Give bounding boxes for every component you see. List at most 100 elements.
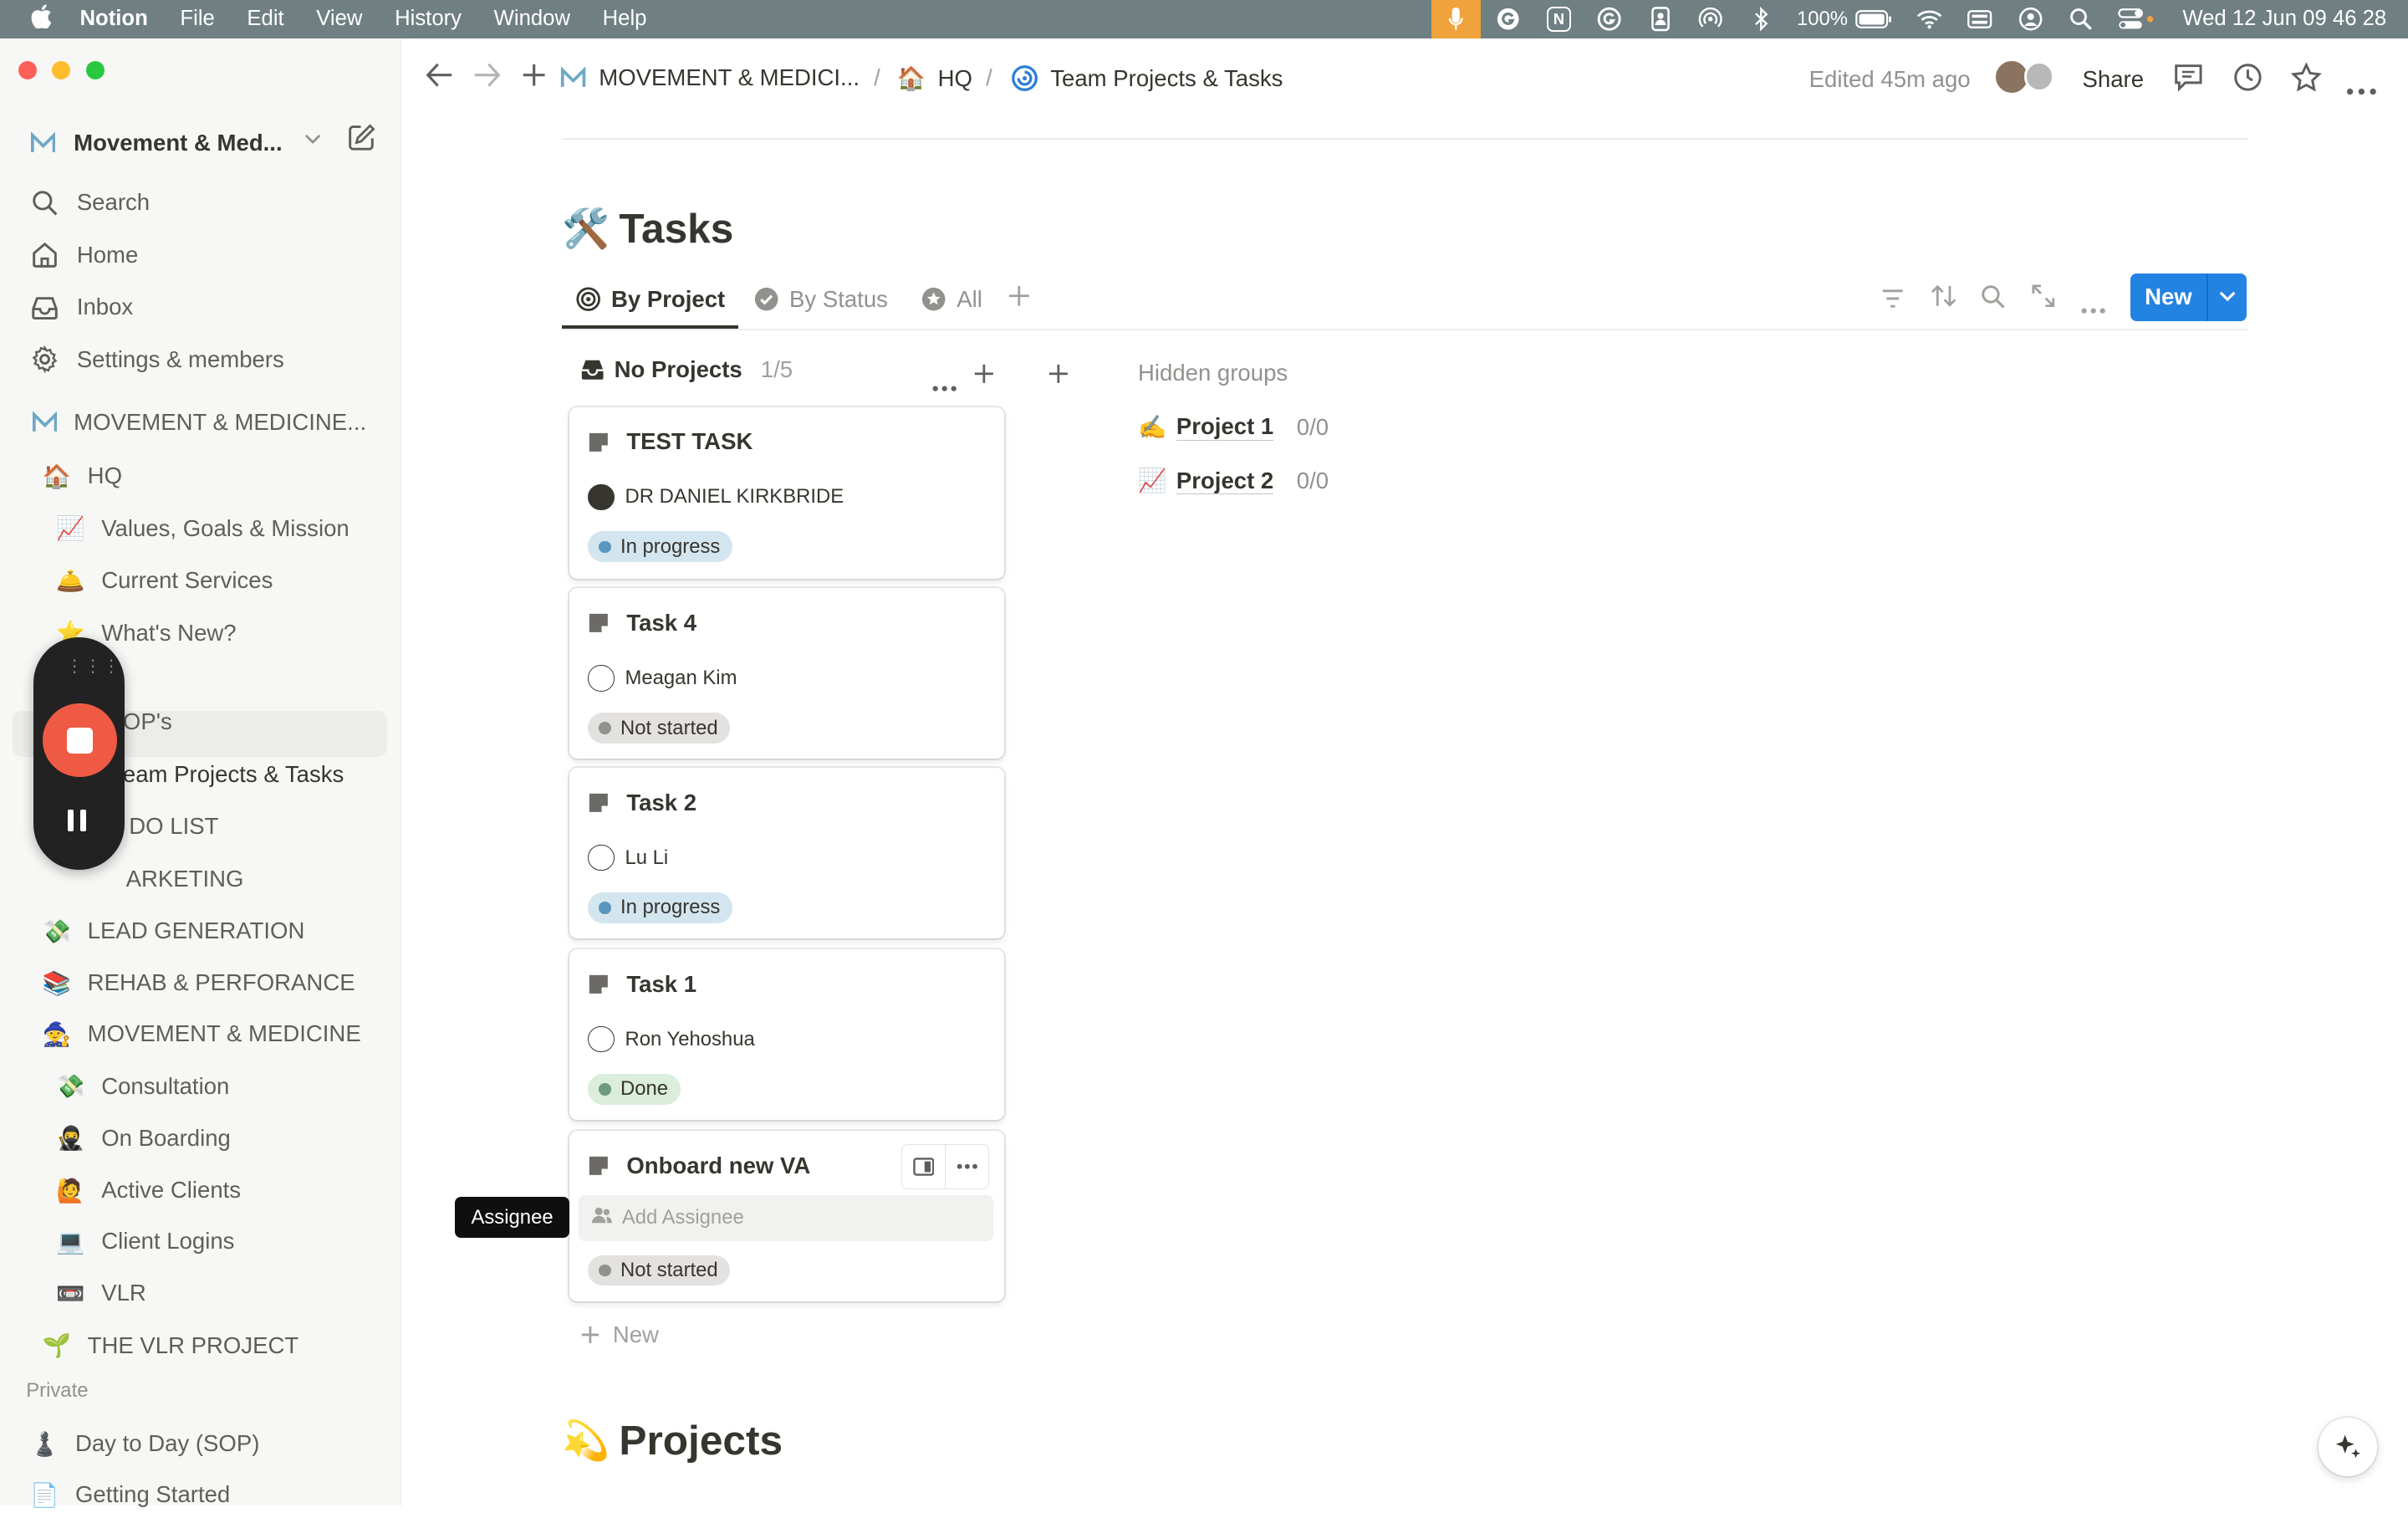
- sidebar-inbox[interactable]: Inbox: [28, 286, 389, 329]
- group-add-icon[interactable]: [973, 361, 995, 391]
- sidebar-item-movement-medicine[interactable]: 🧙 MOVEMENT & MEDICINE: [40, 1011, 361, 1057]
- menu-history[interactable]: History: [395, 7, 462, 31]
- menu-file[interactable]: File: [180, 7, 214, 31]
- drag-handle-icon[interactable]: ⋮⋮⋮: [66, 656, 121, 677]
- assignee-tooltip: Assignee: [454, 1196, 570, 1239]
- card-more-icon[interactable]: [946, 1145, 988, 1188]
- more-options-icon[interactable]: [2346, 72, 2377, 102]
- sidebar-item-team-projects[interactable]: eam Projects & Tasks: [123, 751, 344, 797]
- add-new-card-button[interactable]: New: [580, 1321, 659, 1348]
- sidebar-item-sops[interactable]: OP's: [123, 699, 172, 745]
- back-arrow-icon[interactable]: [426, 63, 453, 94]
- board-card[interactable]: TEST TASK DR DANIEL KIRKBRIDE In progres…: [569, 406, 1005, 580]
- breadcrumb-label: HQ: [937, 64, 972, 91]
- sidebar-teamspace[interactable]: MOVEMENT & MEDICINE...: [28, 401, 389, 443]
- notion-ai-button[interactable]: [2319, 1418, 2378, 1477]
- menu-app-notion[interactable]: Notion: [79, 7, 147, 31]
- breadcrumb-team-projects[interactable]: Team Projects & Tasks: [1011, 64, 1283, 92]
- airdrop-icon[interactable]: [1696, 7, 1727, 31]
- projects-heading[interactable]: 💫 Projects: [562, 1416, 783, 1464]
- divider: [562, 329, 2248, 330]
- add-group-icon[interactable]: [1048, 361, 1069, 391]
- spotlight-search-icon[interactable]: [2066, 7, 2097, 31]
- sidebar-item-vlr-project[interactable]: 🌱 THE VLR PROJECT: [40, 1322, 298, 1368]
- group-more-icon[interactable]: [932, 369, 957, 399]
- sidebar-item-hq[interactable]: 🏠 HQ: [40, 453, 122, 499]
- stop-recording-button[interactable]: [43, 703, 117, 778]
- sidebar-item-lead-generation[interactable]: 💸 LEAD GENERATION: [40, 907, 305, 953]
- hidden-group-project-2[interactable]: 📈 Project 2 0/0: [1138, 467, 1329, 494]
- contact-card-icon[interactable]: [1645, 7, 1676, 32]
- breadcrumb-workspace[interactable]: MOVEMENT & MEDICI...: [560, 64, 860, 91]
- workspace-switcher[interactable]: Movement & Med...: [28, 123, 380, 163]
- plus-icon[interactable]: [522, 63, 546, 94]
- sidebar-item-to-do-list[interactable]: DO LIST: [129, 804, 218, 850]
- menu-view[interactable]: View: [316, 7, 362, 31]
- grammarly-g-icon[interactable]: [1594, 7, 1625, 31]
- sidebar-item-values[interactable]: 📈 Values, Goals & Mission: [54, 505, 349, 551]
- board-card[interactable]: Task 1 Ron Yehoshua Done: [569, 949, 1005, 1120]
- sidebar-item-rehab[interactable]: 📚 REHAB & PERFORANCE: [40, 960, 355, 1006]
- page-title[interactable]: 🛠️ Tasks: [562, 204, 733, 253]
- menu-bar-clock[interactable]: Wed 12 Jun 09 46 28: [2182, 7, 2386, 31]
- notion-icon[interactable]: N: [1543, 7, 1574, 32]
- breadcrumb-hq[interactable]: 🏠 HQ: [897, 64, 972, 92]
- add-view-icon[interactable]: [1008, 284, 1031, 314]
- tab-by-status[interactable]: By Status: [754, 281, 888, 318]
- comment-icon[interactable]: [2173, 63, 2204, 99]
- window-close-button[interactable]: [18, 61, 38, 80]
- microphone-icon[interactable]: [1431, 0, 1481, 38]
- sidebar-settings[interactable]: Settings & members: [28, 338, 389, 381]
- chevron-down-icon[interactable]: [304, 127, 321, 149]
- share-button[interactable]: Share: [2083, 66, 2145, 93]
- edited-timestamp[interactable]: Edited 45m ago: [1809, 66, 1971, 93]
- add-assignee-field[interactable]: Add Assignee: [579, 1194, 994, 1242]
- sidebar-item-on-boarding[interactable]: 🥷 On Boarding: [54, 1115, 231, 1161]
- tab-all[interactable]: All: [921, 281, 982, 318]
- battery-icon[interactable]: [1854, 7, 1894, 31]
- sidebar-item-day-to-day[interactable]: ♟️ Day to Day (SOP): [28, 1421, 259, 1467]
- clock-history-icon[interactable]: [2233, 63, 2263, 99]
- star-favorite-icon[interactable]: [2291, 62, 2323, 99]
- new-record-button[interactable]: New: [2130, 273, 2247, 321]
- window-zoom-button[interactable]: [85, 61, 105, 80]
- new-page-icon[interactable]: [347, 123, 376, 159]
- hidden-group-project-1[interactable]: ✍️ Project 1 0/0: [1138, 413, 1329, 441]
- wifi-icon[interactable]: [1914, 7, 1945, 31]
- sidebar-item-vlr[interactable]: 📼 VLR: [54, 1270, 145, 1316]
- board-group-header[interactable]: No Projects 1/5: [580, 356, 793, 383]
- keyboard-icon[interactable]: [1965, 7, 1996, 31]
- sidebar-item-label: Day to Day (SOP): [74, 1430, 260, 1457]
- menu-help[interactable]: Help: [603, 7, 647, 31]
- open-side-peek-icon[interactable]: [902, 1145, 946, 1188]
- filter-icon[interactable]: [1881, 287, 1905, 314]
- search-icon[interactable]: [1981, 284, 2005, 314]
- avatar-user-2[interactable]: [2023, 61, 2055, 93]
- sidebar-item-client-logins[interactable]: 💻 Client Logins: [54, 1218, 234, 1264]
- expand-icon[interactable]: [2032, 284, 2055, 314]
- apple-icon[interactable]: [31, 4, 62, 34]
- pause-recording-button[interactable]: [67, 809, 86, 831]
- view-more-icon[interactable]: [2081, 294, 2105, 320]
- sidebar-item-current-services[interactable]: 🛎️ Current Services: [54, 558, 273, 604]
- window-minimize-button[interactable]: [52, 61, 71, 80]
- sidebar-item-marketing[interactable]: ARKETING: [126, 856, 244, 902]
- board-card[interactable]: Task 2 Lu Li In progress: [569, 768, 1005, 939]
- sidebar-home[interactable]: Home: [28, 233, 389, 276]
- forward-arrow-icon[interactable]: [473, 63, 501, 94]
- board-card[interactable]: Task 4 Meagan Kim Not started: [569, 588, 1005, 759]
- menu-edit[interactable]: Edit: [247, 7, 283, 31]
- user-account-icon[interactable]: [2015, 7, 2046, 31]
- sidebar-item-active-clients[interactable]: 🙋 Active Clients: [54, 1168, 241, 1214]
- sidebar-search[interactable]: Search: [28, 181, 389, 224]
- bluetooth-icon[interactable]: [1746, 7, 1777, 32]
- sort-icon[interactable]: [1931, 284, 1956, 314]
- sidebar-item-getting-started[interactable]: 📄 Getting Started: [28, 1472, 230, 1518]
- grammarly-icon[interactable]: [1492, 7, 1523, 31]
- menu-window[interactable]: Window: [494, 7, 570, 31]
- sidebar-item-consultation[interactable]: 💸 Consultation: [54, 1063, 229, 1109]
- control-center-icon[interactable]: [2116, 7, 2156, 31]
- board-card[interactable]: Onboard new VA Add Assignee Not started: [569, 1130, 1005, 1301]
- chevron-down-icon[interactable]: [2208, 288, 2247, 307]
- tab-by-project[interactable]: By Project: [576, 281, 725, 318]
